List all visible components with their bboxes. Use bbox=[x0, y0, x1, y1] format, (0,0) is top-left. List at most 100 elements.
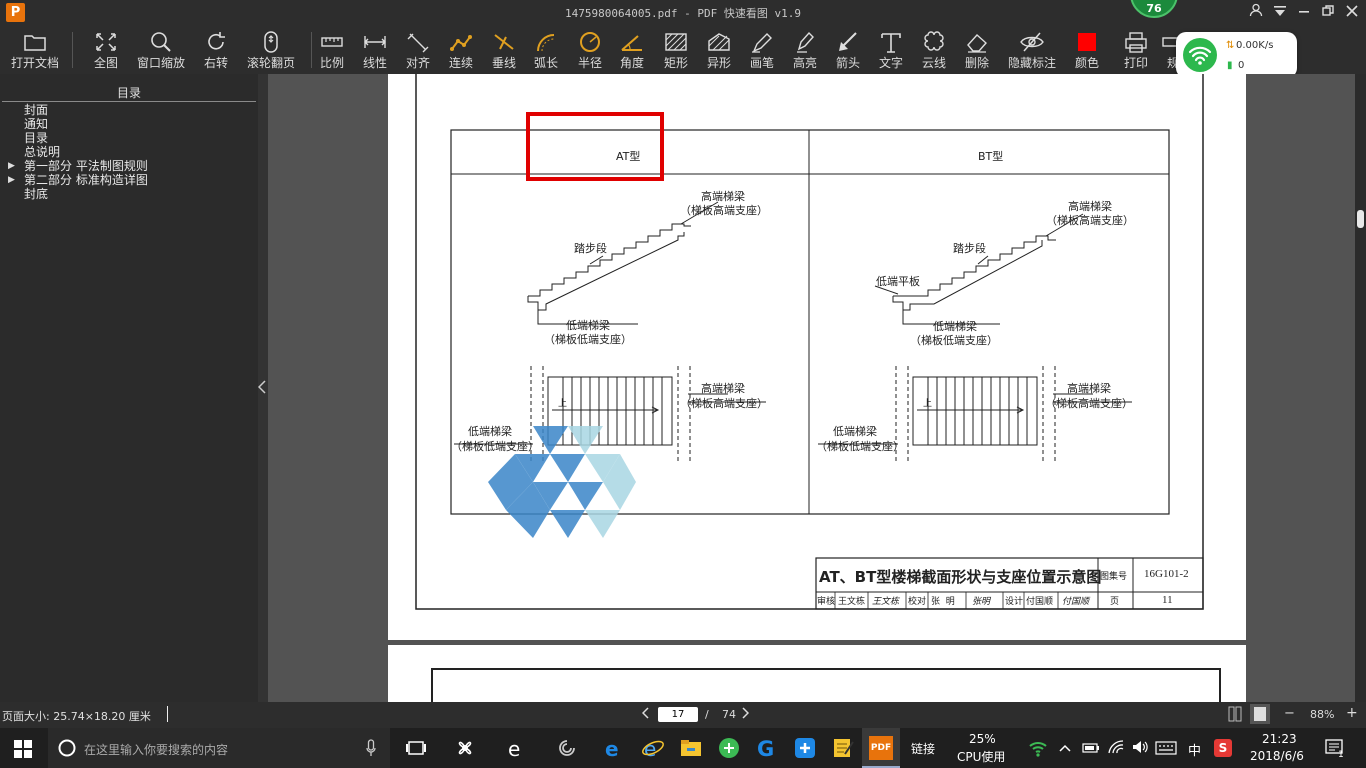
clock-date[interactable]: 2018/6/6 bbox=[1250, 749, 1304, 763]
reviewer-signature: 王文栋 bbox=[872, 597, 900, 607]
tool-folder-button[interactable]: 打开文档 bbox=[5, 26, 65, 74]
sogou-ime-icon[interactable]: S bbox=[1214, 739, 1232, 757]
close-icon[interactable] bbox=[1342, 3, 1362, 23]
pdf-page-next bbox=[388, 645, 1246, 702]
edge-legacy-icon[interactable]: e bbox=[506, 736, 530, 761]
battery-tray-icon[interactable] bbox=[1082, 740, 1100, 759]
browser-swirl-icon[interactable] bbox=[555, 736, 579, 760]
document-viewer[interactable]: AT型 BT型 高端梯梁 （梯板高端支座） 踏步段 低端梯梁 （梯板低端支座） … bbox=[268, 74, 1355, 702]
single-page-view-icon[interactable] bbox=[1250, 704, 1270, 724]
toc-title: 目录 bbox=[2, 74, 256, 102]
show-hidden-icons-icon[interactable] bbox=[1058, 740, 1072, 759]
task-view-icon[interactable] bbox=[404, 736, 428, 760]
at-low-support-label: （梯板低端支座） bbox=[544, 333, 632, 346]
atlas-label: 图集号 bbox=[1100, 572, 1128, 582]
toc-item[interactable]: 封面 bbox=[0, 103, 258, 117]
windows-start-icon[interactable] bbox=[14, 740, 32, 762]
internet-explorer-icon[interactable]: e bbox=[641, 736, 665, 761]
scrollbar-thumb[interactable] bbox=[1357, 210, 1364, 228]
toc-item[interactable]: 封底 bbox=[0, 187, 258, 201]
bt-step-label: 踏步段 bbox=[953, 242, 986, 255]
toc-sidebar: 目录 封面 通知 目录 总说明 ▶ 第一部分 平法制图规则 ▶ 第二部分 标准构造详图 封底 bbox=[0, 74, 258, 702]
expand-arrow-icon[interactable]: ▶ bbox=[8, 159, 15, 173]
at-plan-high-beam: 高端梯梁 bbox=[701, 382, 745, 395]
page-separator: / bbox=[705, 708, 709, 721]
menu-dropdown-icon[interactable] bbox=[1270, 3, 1290, 23]
tool-mouse-wheel-button[interactable]: 滚轮翻页 bbox=[241, 26, 301, 74]
expand-arrow-icon[interactable]: ▶ bbox=[8, 173, 15, 187]
notepad-app-icon[interactable] bbox=[831, 736, 855, 760]
page-label: 页 bbox=[1110, 597, 1120, 607]
zoom-level: 88% bbox=[1310, 708, 1335, 721]
restore-icon[interactable] bbox=[1318, 3, 1338, 23]
hide-eye-icon bbox=[1002, 26, 1062, 54]
toc-item[interactable]: 总说明 bbox=[0, 145, 258, 159]
bt-plan-low-beam: 低端梯梁 bbox=[833, 425, 877, 438]
two-page-view-icon[interactable] bbox=[1228, 706, 1242, 725]
wifi-tray-icon[interactable] bbox=[1028, 738, 1048, 762]
volume-tray-icon[interactable] bbox=[1131, 739, 1149, 759]
pdf-viewer-app-icon: PDF bbox=[869, 736, 893, 760]
microphone-icon[interactable] bbox=[366, 739, 376, 761]
at-plan-low-support: （梯板低端支座） bbox=[451, 440, 539, 453]
bt-up-mark: 上 bbox=[923, 399, 933, 409]
net-speed: 0.00K/s bbox=[1236, 40, 1274, 51]
toc-item[interactable]: ▶ 第一部分 平法制图规则 bbox=[0, 159, 258, 173]
collapse-sidebar-icon[interactable] bbox=[257, 380, 266, 398]
rotate-right-icon bbox=[186, 26, 246, 54]
page-number-input[interactable]: 17 bbox=[658, 707, 698, 722]
toc-item[interactable]: 目录 bbox=[0, 131, 258, 145]
edge-icon[interactable]: e bbox=[603, 736, 627, 761]
network-speed-widget[interactable]: ⇅ 0.00K/s ▮ 0 bbox=[1176, 32, 1297, 78]
bt-plan-low-support: （梯板低端支座） bbox=[816, 440, 904, 453]
toolbar: 打开文档 全图 窗口缩放 右转 滚轮翻页 比例 线性 对齐 连续 垂线 弧长 半径 角度 矩形 异形 画笔 高亮… bbox=[0, 26, 1366, 74]
review-label: 审核 bbox=[817, 597, 836, 607]
network-tray-icon[interactable] bbox=[1107, 739, 1125, 759]
bt-low-slab-label: 低端平板 bbox=[876, 275, 920, 288]
pdf-viewer-task-button[interactable]: PDF bbox=[862, 728, 900, 768]
prev-page-icon[interactable] bbox=[641, 707, 650, 722]
minimize-icon[interactable] bbox=[1294, 3, 1314, 23]
toc-item-label: 通知 bbox=[24, 117, 49, 131]
eraser-icon bbox=[947, 26, 1007, 54]
vertical-scrollbar[interactable] bbox=[1355, 74, 1366, 702]
zoom-in-button[interactable]: + bbox=[1346, 705, 1358, 721]
tool-rotate-right-button[interactable]: 右转 bbox=[186, 26, 246, 74]
clock-time[interactable]: 21:23 bbox=[1262, 732, 1297, 746]
taskbar-search-box[interactable]: 在这里输入你要搜索的内容 bbox=[48, 728, 390, 768]
bt-high-support-label: （梯板高端支座） bbox=[1046, 214, 1134, 227]
atlas-number: 16G101-2 bbox=[1144, 568, 1189, 580]
toc-item-label: 封面 bbox=[24, 103, 49, 117]
tool-hide-eye-button[interactable]: 隐藏标注 bbox=[1002, 26, 1062, 74]
at-plan-high-support: （梯板高端支座） bbox=[680, 397, 768, 410]
blue-tool-app-icon[interactable] bbox=[793, 736, 817, 760]
file-explorer-icon[interactable] bbox=[679, 736, 703, 760]
tool-fullview-button[interactable]: 全图 bbox=[76, 26, 136, 74]
toc-item[interactable]: 通知 bbox=[0, 117, 258, 131]
at-plan-low-beam: 低端梯梁 bbox=[468, 425, 512, 438]
at-up-mark: 上 bbox=[558, 399, 568, 409]
user-icon[interactable] bbox=[1246, 3, 1266, 23]
at-step-label: 踏步段 bbox=[574, 242, 607, 255]
pdf-page: AT型 BT型 高端梯梁 （梯板高端支座） 踏步段 低端梯梁 （梯板低端支座） … bbox=[388, 74, 1246, 640]
title-bar: P 1475980064005.pdf - PDF 快速看图 v1.9 76 bbox=[0, 0, 1366, 26]
ime-indicator[interactable]: 中 bbox=[1188, 740, 1201, 759]
zoom-out-button[interactable]: − bbox=[1284, 706, 1295, 721]
bt-low-support-label: （梯板低端支座） bbox=[910, 334, 998, 347]
drawing-canvas bbox=[415, 74, 1204, 610]
svg-text:G: G bbox=[757, 737, 774, 760]
green-app-icon[interactable] bbox=[717, 736, 741, 760]
speed-arrows-icon: ⇅ bbox=[1226, 40, 1235, 51]
g-browser-icon[interactable]: G bbox=[755, 736, 779, 761]
link-label[interactable]: 链接 bbox=[911, 740, 935, 757]
header-at: AT型 bbox=[616, 150, 641, 163]
next-page-icon[interactable] bbox=[741, 707, 750, 722]
keyboard-tray-icon[interactable] bbox=[1155, 740, 1177, 759]
tool-eraser-button[interactable]: 删除 bbox=[947, 26, 1007, 74]
toc-item[interactable]: ▶ 第二部分 标准构造详图 bbox=[0, 173, 258, 187]
annotation-rectangle[interactable] bbox=[526, 112, 664, 181]
tool-zoom-window-button[interactable]: 窗口缩放 bbox=[131, 26, 191, 74]
checker-name: 张 明 bbox=[931, 597, 955, 607]
windows-taskbar: 在这里输入你要搜索的内容 e e e G PDF 链接 25% CPU使用 中 … bbox=[0, 728, 1366, 768]
pinwheel-app-icon[interactable] bbox=[453, 736, 477, 760]
